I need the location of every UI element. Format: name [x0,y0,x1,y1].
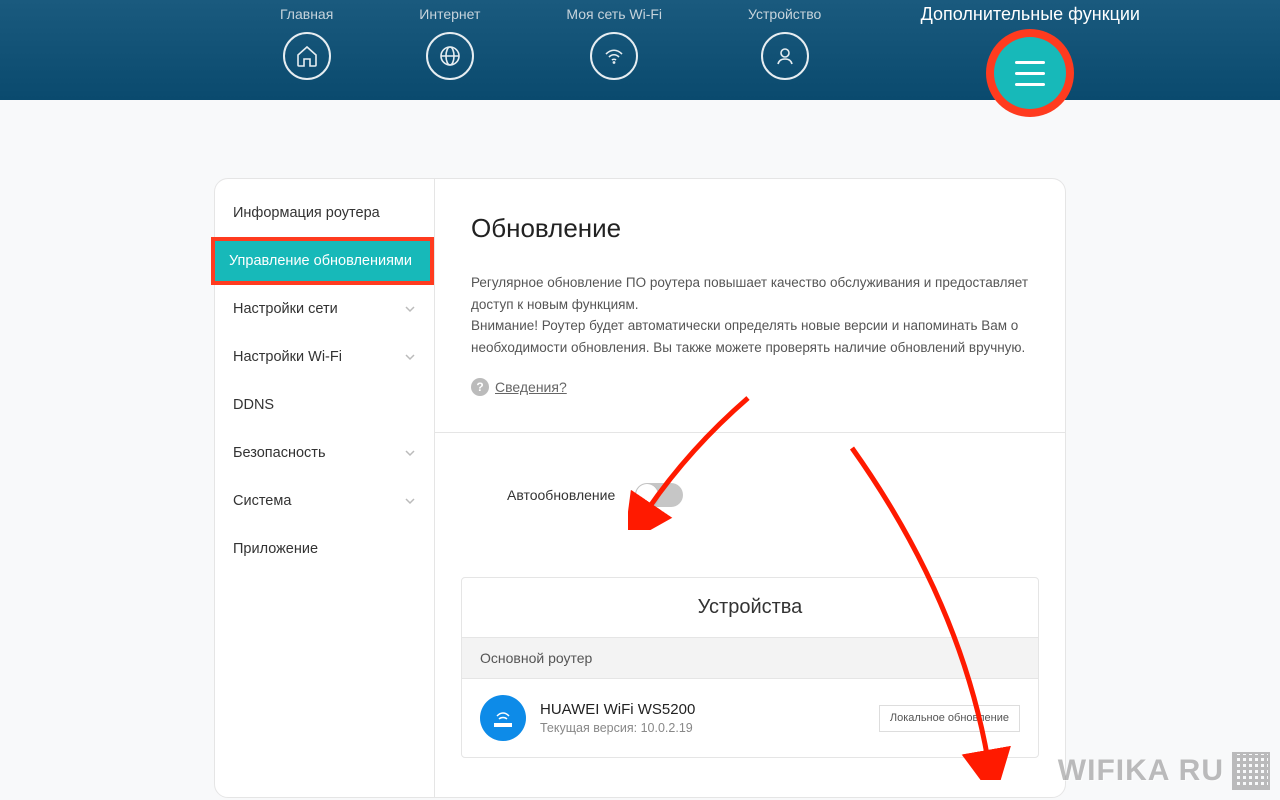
device-name: HUAWEI WiFi WS5200 [540,701,865,718]
nav-home[interactable]: Главная [280,6,333,80]
highlight-circle [986,29,1074,117]
nav-internet[interactable]: Интернет [419,6,480,80]
chevron-down-icon [404,351,416,363]
content-area: Обновление Регулярное обновление ПО роут… [435,179,1065,797]
page-title: Обновление [471,213,1029,244]
chevron-down-icon [404,447,416,459]
device-row: HUAWEI WiFi WS5200 Текущая версия: 10.0.… [462,679,1038,757]
chevron-down-icon [404,495,416,507]
sidebar-updates[interactable]: Управление обновлениями [211,237,434,285]
sidebar: Информация роутера Управление обновления… [215,179,435,797]
router-icon [480,695,526,741]
top-nav-bar: Главная Интернет Моя сеть Wi-Fi Устройст… [0,0,1280,100]
sidebar-router-info[interactable]: Информация роутера [215,189,434,237]
nav-extra-label: Дополнительные функции [921,4,1140,25]
watermark: WIFIKA RU [1058,752,1270,790]
sidebar-app[interactable]: Приложение [215,525,434,573]
local-update-button[interactable]: Локальное обновление [879,705,1020,732]
auto-update-label: Автообновление [507,487,615,503]
help-icon: ? [471,378,489,396]
qr-icon [1232,752,1270,790]
device-version: Текущая версия: 10.0.2.19 [540,721,865,735]
menu-button[interactable] [994,37,1066,109]
nav-wifi[interactable]: Моя сеть Wi-Fi [566,6,662,80]
devices-title: Устройства [462,578,1038,638]
divider [435,432,1065,433]
wifi-icon [590,32,638,80]
globe-icon [426,32,474,80]
chevron-down-icon [404,303,416,315]
sidebar-wifi[interactable]: Настройки Wi-Fi [215,333,434,381]
nav-device[interactable]: Устройство [748,6,821,80]
page-description: Регулярное обновление ПО роутера повышае… [471,272,1029,358]
devices-segment: Основной роутер [462,638,1038,679]
main-panel: Информация роутера Управление обновления… [214,178,1066,798]
sidebar-system[interactable]: Система [215,477,434,525]
home-icon [283,32,331,80]
sidebar-security[interactable]: Безопасность [215,429,434,477]
sidebar-ddns[interactable]: DDNS [215,381,434,429]
devices-panel: Устройства Основной роутер HUAWEI WiFi W… [461,577,1039,758]
auto-update-toggle[interactable] [635,483,683,507]
details-link[interactable]: ? Сведения? [471,378,1029,396]
user-icon [761,32,809,80]
sidebar-network[interactable]: Настройки сети [215,285,434,333]
